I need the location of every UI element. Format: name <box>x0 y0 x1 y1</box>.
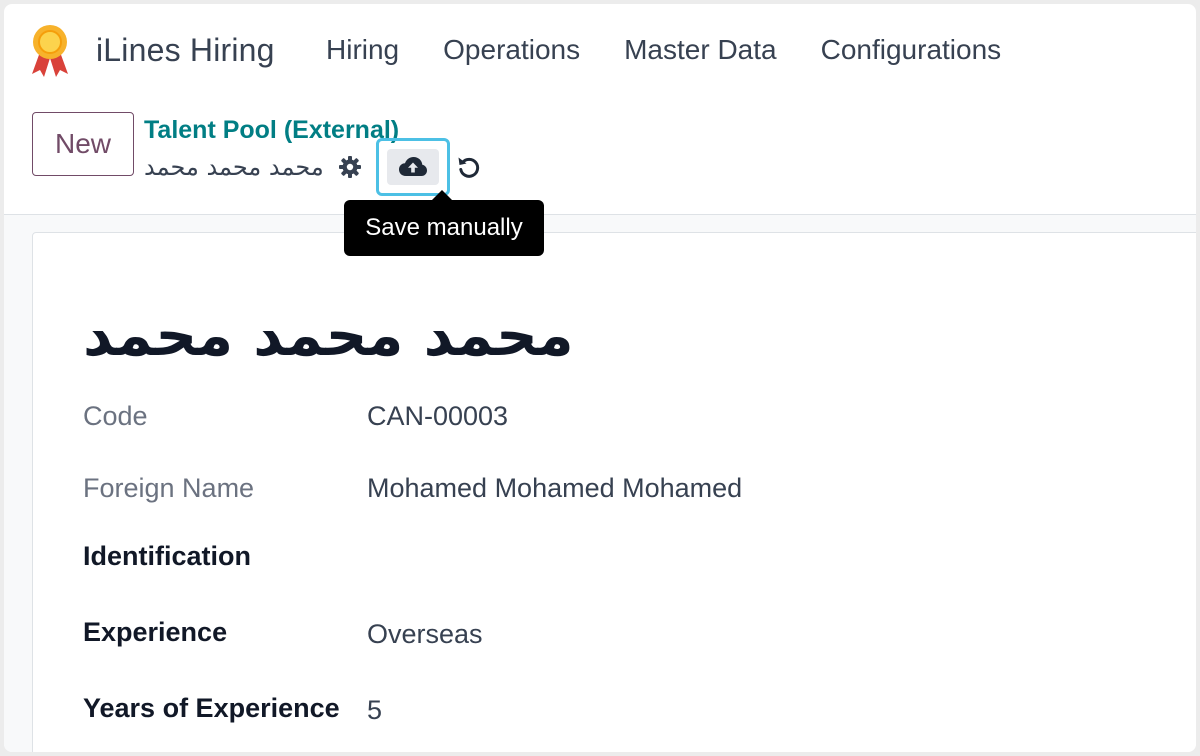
field-value-code[interactable]: CAN-00003 <box>367 401 508 432</box>
breadcrumb-talent-pool[interactable]: Talent Pool (External) <box>144 116 399 145</box>
field-label-code: Code <box>83 401 148 431</box>
app-window: iLines Hiring Hiring Operations Master D… <box>4 4 1196 752</box>
section-identification: Identification <box>83 541 251 571</box>
field-value-foreign-name[interactable]: Mohamed Mohamed Mohamed <box>367 473 742 504</box>
save-manually-tooltip: Save manually <box>344 190 544 256</box>
field-label-years-of-experience: Years of Experience <box>83 693 340 723</box>
menu-item-master-data[interactable]: Master Data <box>624 34 777 66</box>
menu-item-configurations[interactable]: Configurations <box>821 34 1002 66</box>
save-button-highlight <box>375 138 450 196</box>
award-ribbon-icon[interactable] <box>30 24 70 78</box>
main-menu: Hiring Operations Master Data Configurat… <box>326 34 1045 66</box>
cloud-upload-icon <box>398 157 427 176</box>
field-value-experience[interactable]: Overseas <box>367 619 483 650</box>
field-label-foreign-name: Foreign Name <box>83 473 255 503</box>
new-button[interactable]: New <box>32 112 134 176</box>
app-name[interactable]: iLines Hiring <box>96 32 275 69</box>
control-panel: New Talent Pool (External) محمد محمد محم… <box>4 96 1196 215</box>
field-value-years-of-experience[interactable]: 5 <box>367 695 382 726</box>
undo-icon <box>458 157 479 178</box>
breadcrumb-record-name: محمد محمد محمد <box>144 153 324 181</box>
gear-icon[interactable] <box>336 153 364 181</box>
field-label-experience: Experience <box>83 617 228 647</box>
menu-item-operations[interactable]: Operations <box>443 34 580 66</box>
menu-item-hiring[interactable]: Hiring <box>326 34 399 66</box>
form-sheet: محمد محمد محمد Code CAN-00003 Foreign Na… <box>32 232 1196 752</box>
record-status-row: محمد محمد محمد <box>144 138 484 196</box>
discard-changes-button[interactable] <box>454 152 484 182</box>
save-manually-button[interactable] <box>386 149 439 185</box>
record-title[interactable]: محمد محمد محمد <box>83 301 574 369</box>
top-navbar: iLines Hiring Hiring Operations Master D… <box>4 4 1196 96</box>
